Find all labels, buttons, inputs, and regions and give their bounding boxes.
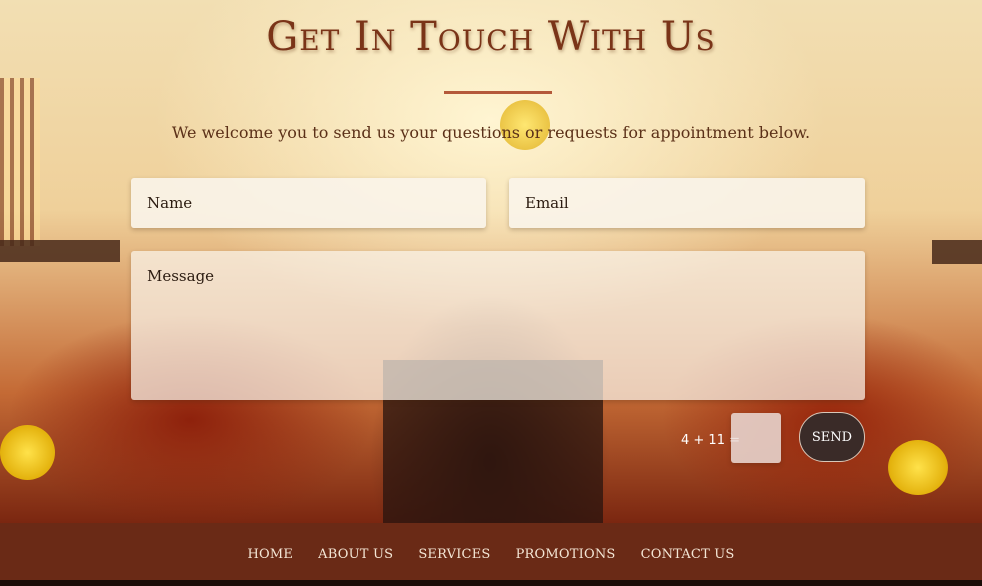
nav-promotions[interactable]: PROMOTIONS	[516, 547, 616, 562]
page-subtitle: We welcome you to send us your questions…	[171, 123, 811, 142]
flower-decoration	[888, 440, 948, 495]
title-divider	[444, 91, 552, 94]
nav-about-us[interactable]: ABOUT US	[318, 547, 393, 562]
footer: HOME ABOUT US SERVICES PROMOTIONS CONTAC…	[0, 523, 982, 580]
email-input[interactable]	[509, 178, 865, 228]
nav-contact-us[interactable]: CONTACT US	[641, 547, 735, 562]
footer-nav: HOME ABOUT US SERVICES PROMOTIONS CONTAC…	[0, 543, 982, 562]
shelf-right	[932, 240, 982, 264]
lamp-decoration	[0, 78, 40, 246]
page-title: Get In Touch With Us	[266, 14, 716, 60]
name-input[interactable]	[131, 178, 486, 228]
send-button[interactable]: SEND	[799, 412, 865, 462]
nav-home[interactable]: HOME	[247, 547, 293, 562]
flower-decoration	[0, 425, 55, 480]
message-textarea[interactable]	[131, 251, 865, 400]
footer-bottom-bar	[0, 580, 982, 586]
shelf-left	[0, 240, 120, 262]
captcha-input[interactable]	[731, 413, 781, 463]
nav-services[interactable]: SERVICES	[418, 547, 490, 562]
